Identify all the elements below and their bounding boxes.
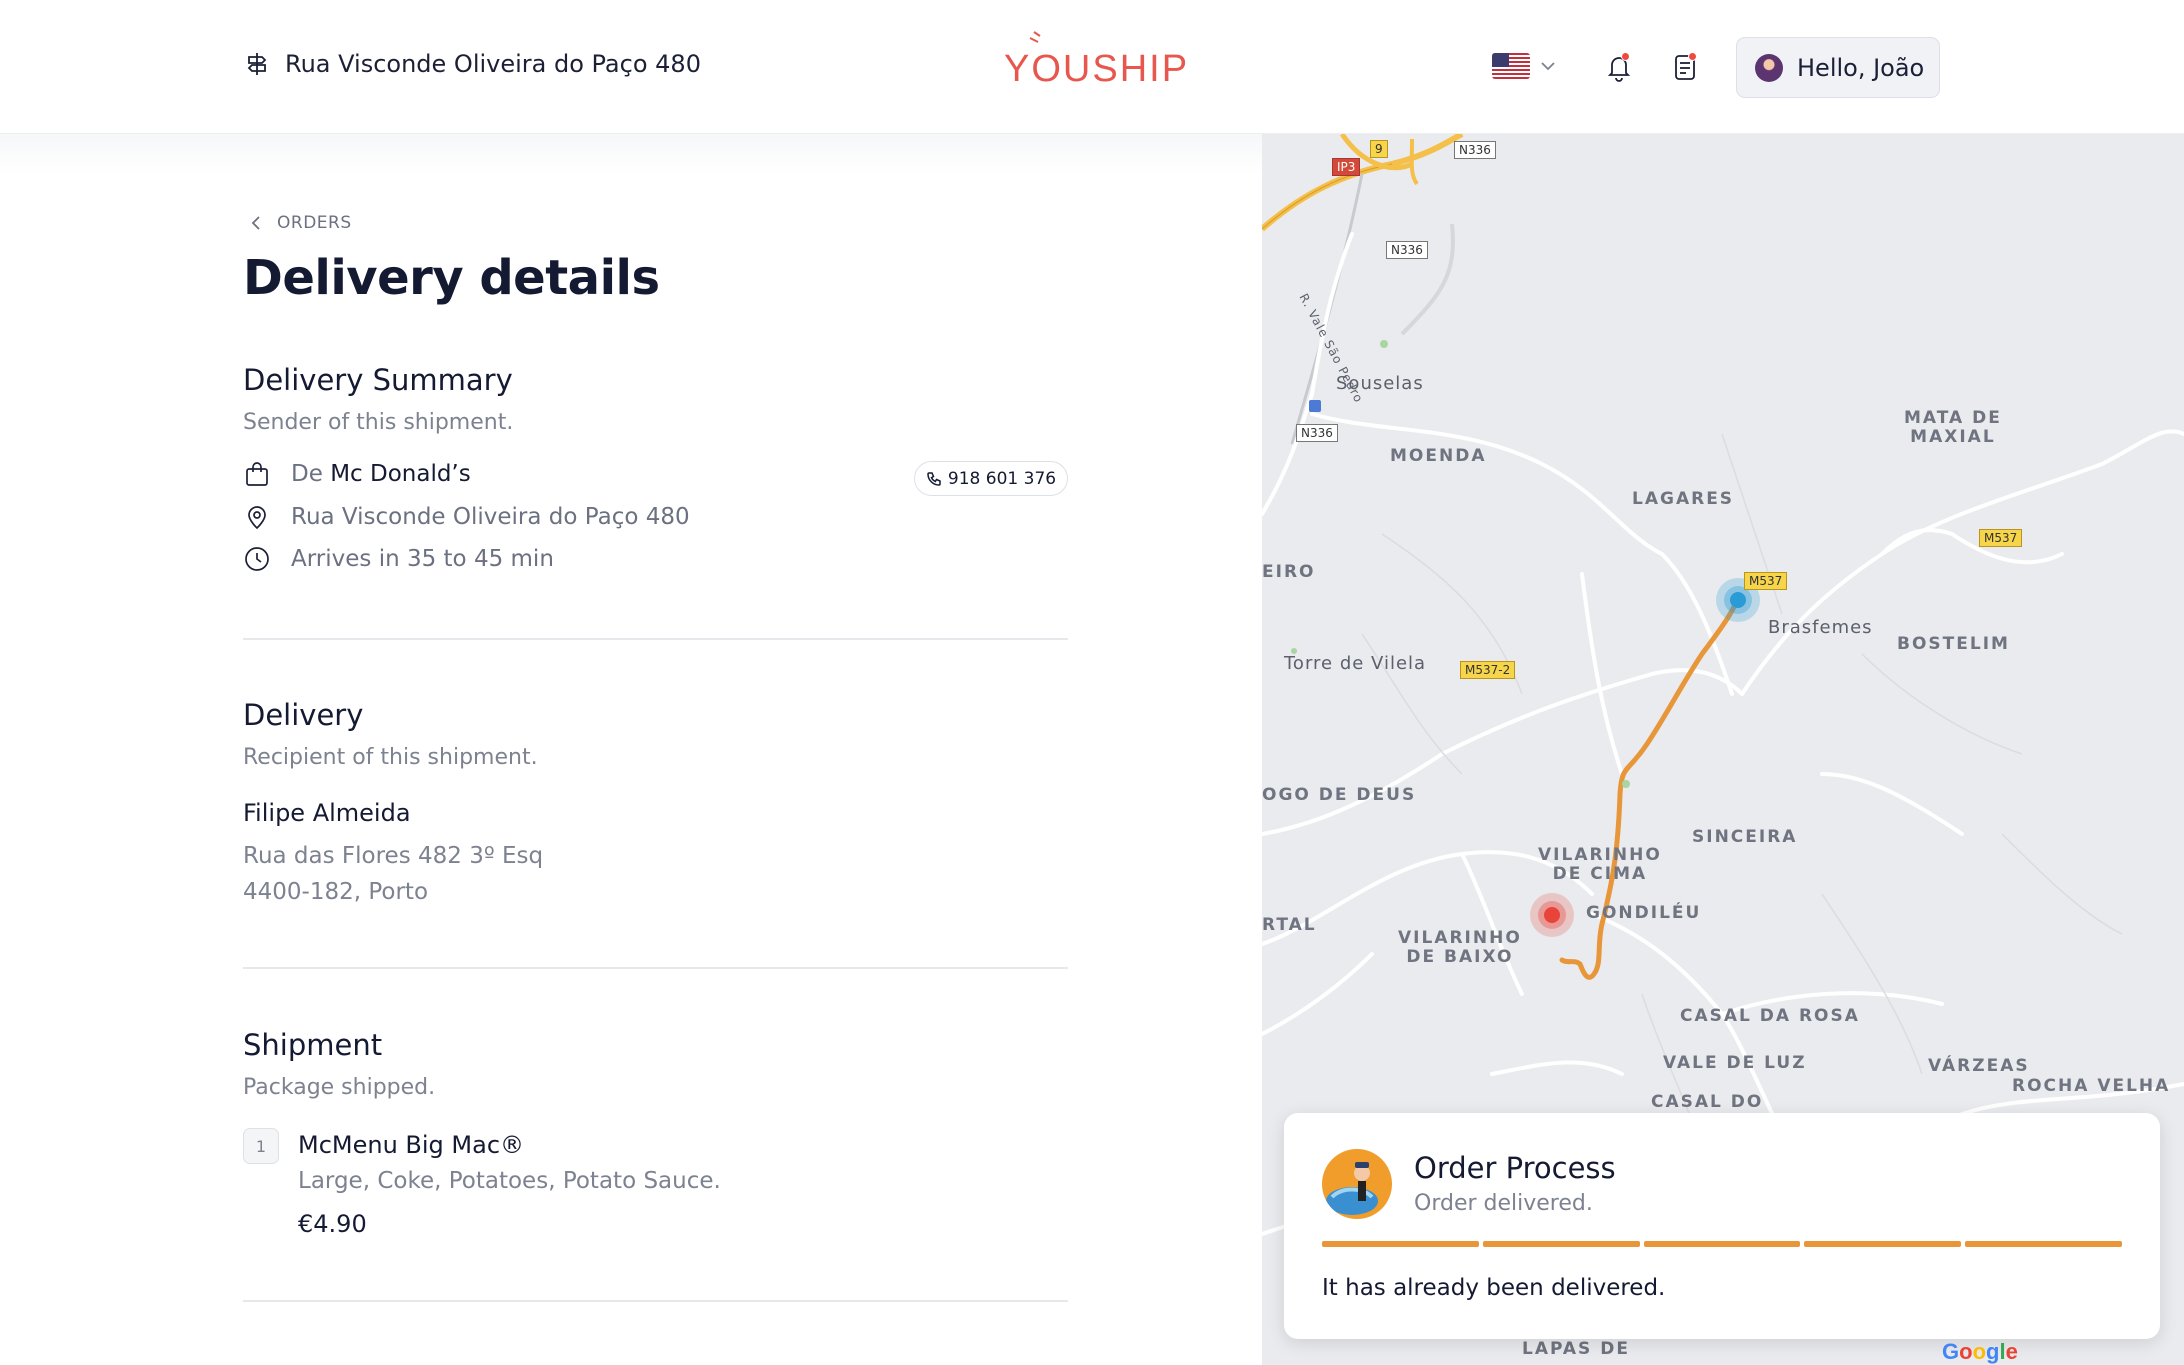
notifications-button[interactable]: [1604, 52, 1634, 82]
sender-row: De Mc Donald’s: [243, 460, 471, 488]
notification-dot: [1621, 52, 1630, 61]
current-address[interactable]: Rua Visconde Oliveira do Paço 480: [243, 50, 701, 78]
progress-step: [1804, 1241, 1962, 1247]
item-name: McMenu Big Mac®: [298, 1131, 525, 1159]
map-place-label: OGO DE DEUS: [1262, 785, 1417, 805]
map-place-label: VALE DE LUZ: [1663, 1053, 1807, 1073]
page-title: Delivery details: [243, 250, 660, 306]
phone-icon: [927, 471, 941, 486]
divider: [243, 967, 1068, 969]
back-to-orders-link[interactable]: ORDERS: [251, 213, 352, 233]
google-attribution[interactable]: Google: [1942, 1339, 2018, 1365]
us-flag-icon: [1492, 53, 1530, 79]
item-price: €4.90: [298, 1210, 367, 1238]
shopping-bag-icon: [246, 462, 268, 486]
current-address-text: Rua Visconde Oliveira do Paço 480: [285, 50, 701, 78]
shipment-title: Shipment: [243, 1028, 383, 1062]
map-place-label: RTAL: [1262, 915, 1317, 935]
progress-step: [1965, 1241, 2122, 1247]
back-label: ORDERS: [277, 213, 352, 233]
road-label: M537: [1979, 529, 2023, 547]
order-process-card: Order Process Order delivered. It has al…: [1284, 1113, 2160, 1339]
progress-step: [1322, 1241, 1479, 1247]
divider: [243, 1300, 1068, 1302]
map-place-label: MATA DE MAXIAL: [1904, 408, 2002, 447]
divider: [243, 638, 1068, 640]
summary-title: Delivery Summary: [243, 363, 513, 397]
location-pin-icon: [248, 506, 266, 530]
route-sign-icon: [247, 53, 267, 75]
brand-name: YOUSHIP: [1004, 48, 1190, 90]
road-label: N336: [1296, 424, 1338, 442]
map-place-label: CASAL DA ROSA: [1680, 1006, 1860, 1026]
eta-text: Arrives in 35 to 45 min: [291, 546, 554, 572]
item-quantity-badge: 1: [243, 1128, 279, 1164]
order-status: Order delivered.: [1414, 1191, 1593, 1216]
item-description: Large, Coke, Potatoes, Potato Sauce.: [298, 1168, 721, 1194]
greeting: Hello, João: [1797, 53, 1925, 82]
map-place-label: CASAL DO: [1651, 1092, 1764, 1112]
progress-bar: [1322, 1241, 2122, 1247]
sender-name: Mc Donald’s: [330, 461, 471, 487]
chevron-left-icon: [251, 216, 260, 230]
road-label: M537: [1744, 572, 1788, 590]
map-place-label: VILARINHO DE CIMA: [1538, 845, 1662, 884]
eta-row: Arrives in 35 to 45 min: [243, 545, 554, 573]
map-place-label: SINCEIRA: [1692, 827, 1798, 847]
road-label: N336: [1386, 241, 1428, 259]
map-place-label: LAGARES: [1632, 489, 1735, 509]
delivery-message: It has already been delivered.: [1322, 1275, 1666, 1301]
road-label: 9: [1370, 140, 1388, 158]
courier-avatar: [1322, 1149, 1392, 1219]
map-place-label: LAPAS DE: [1522, 1339, 1630, 1359]
top-bar: Rua Visconde Oliveira do Paço 480 YOUSHI…: [0, 0, 2184, 134]
map-place-label: EIRO: [1262, 562, 1316, 582]
orders-button[interactable]: [1670, 52, 1700, 82]
clock-icon: [245, 547, 269, 571]
map-place-label: ROCHA VELHA: [2012, 1076, 2171, 1096]
road-label: N336: [1454, 141, 1496, 159]
map-place-label: VÁRZEAS: [1928, 1056, 2030, 1076]
sender-text: De Mc Donald’s: [291, 461, 471, 487]
progress-step: [1482, 1241, 1640, 1247]
road-label: M537-2: [1460, 661, 1516, 679]
courier-illustration-icon: [1326, 1162, 1378, 1215]
sender-address-row: Rua Visconde Oliveira do Paço 480: [243, 503, 690, 531]
map-place-label: Souselas: [1336, 373, 1424, 394]
map-place-label: GONDILÉU: [1586, 903, 1702, 923]
summary-subtitle: Sender of this shipment.: [243, 410, 514, 435]
map-place-label: Torre de Vilela: [1284, 653, 1427, 674]
recipient-name: Filipe Almeida: [243, 799, 411, 827]
delivery-subtitle: Recipient of this shipment.: [243, 745, 538, 770]
call-sender-button[interactable]: 918 601 376: [914, 461, 1068, 496]
recipient-address-line2: 4400-182, Porto: [243, 879, 429, 905]
shipment-subtitle: Package shipped.: [243, 1075, 436, 1100]
delivery-title: Delivery: [243, 698, 364, 732]
map-place-label: BOSTELIM: [1897, 634, 2010, 654]
delivery-map[interactable]: N336 N336 N336 IP3 9 M537 M537 M537-2 R.…: [1262, 134, 2184, 1365]
recipient-address-line1: Rua das Flores 482 3º Esq: [243, 843, 544, 869]
chevron-down-icon: [1541, 62, 1555, 71]
sender-address: Rua Visconde Oliveira do Paço 480: [291, 504, 690, 530]
language-selector[interactable]: [1492, 53, 1556, 79]
user-menu-button[interactable]: Hello, João: [1736, 37, 1940, 98]
orders-dot: [1688, 52, 1697, 61]
progress-step: [1643, 1241, 1801, 1247]
avatar: [1755, 53, 1783, 82]
map-place-label: VILARINHO DE BAIXO: [1398, 928, 1522, 967]
phone-number: 918 601 376: [947, 468, 1057, 489]
map-place-label: MOENDA: [1390, 446, 1487, 466]
map-place-label: Brasfemes: [1768, 617, 1873, 638]
brand-logo[interactable]: YOUSHIP: [1004, 30, 1187, 90]
road-label: IP3: [1332, 158, 1361, 176]
delivery-details-panel: ORDERS Delivery details Delivery Summary…: [0, 134, 1262, 1365]
order-process-title: Order Process: [1414, 1151, 1616, 1185]
